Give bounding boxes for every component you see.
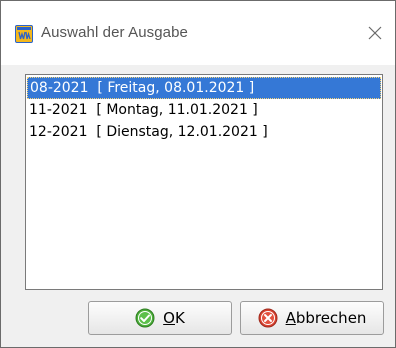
list-item[interactable]: 08-2021 [ Freitag, 08.01.2021 ] [27,77,381,99]
issue-date: [ Montag, 11.01.2021 ] [96,102,258,118]
title-bar: Auswahl der Ausgabe [1,1,395,65]
calendar-app-icon [15,25,33,43]
list-item[interactable]: 11-2021 [ Montag, 11.01.2021 ] [26,99,382,121]
close-icon [368,26,382,40]
green-check-icon [135,308,155,328]
issue-listbox[interactable]: 08-2021 [ Freitag, 08.01.2021 ] 11-2021 … [25,74,383,290]
ok-button-label: OK [163,309,185,327]
dialog-window: Auswahl der Ausgabe 08-2021 [ Freitag, 0… [0,0,396,348]
issue-number: 12-2021 [29,124,88,140]
ok-button[interactable]: OK [88,301,232,335]
issue-number: 08-2021 [30,80,89,96]
cancel-button-label: Abbrechen [285,309,367,327]
issue-number: 11-2021 [29,102,88,118]
red-x-icon [258,308,278,328]
issue-date: [ Dienstag, 12.01.2021 ] [96,124,268,140]
close-button[interactable] [355,15,395,51]
cancel-button[interactable]: Abbrechen [240,301,384,335]
issue-date: [ Freitag, 08.01.2021 ] [97,80,255,96]
list-item[interactable]: 12-2021 [ Dienstag, 12.01.2021 ] [26,121,382,143]
window-title: Auswahl der Ausgabe [41,24,188,41]
